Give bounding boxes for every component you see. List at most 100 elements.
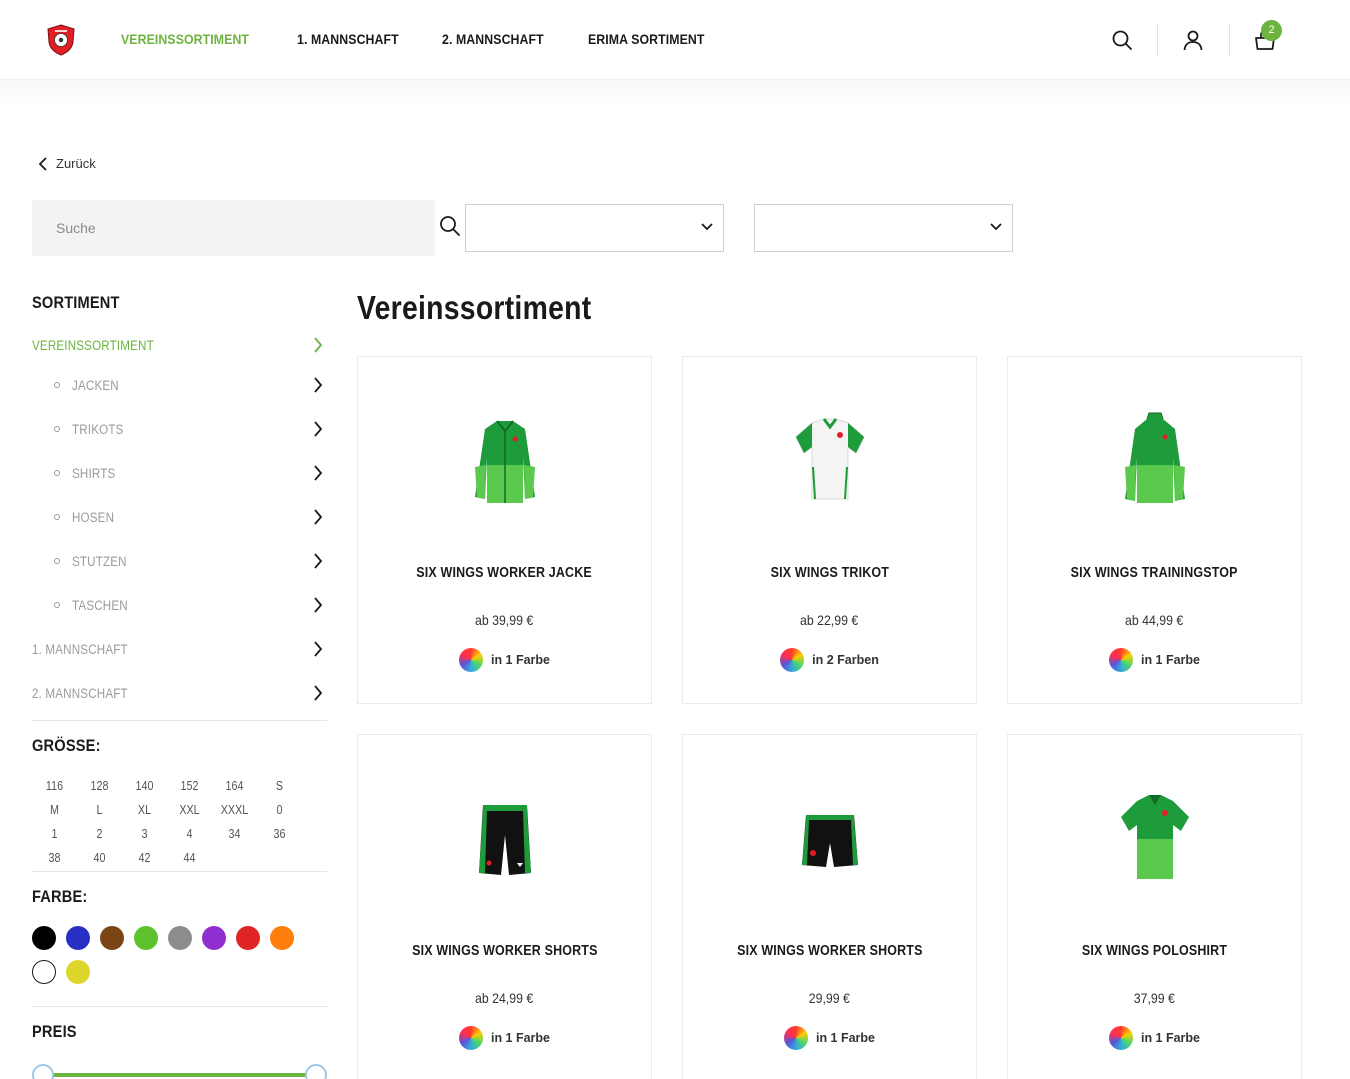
nav-1-mannschaft[interactable]: 1. MANNSCHAFT xyxy=(297,31,399,47)
chevron-right-icon xyxy=(314,553,323,569)
color-title: FARBE: xyxy=(32,887,88,906)
product-color-info: in 1 Farbe xyxy=(1008,1026,1301,1050)
size-option[interactable]: 40 xyxy=(80,849,119,867)
product-price: ab 44,99 € xyxy=(1125,612,1184,628)
category-label: TASCHEN xyxy=(72,598,128,613)
category-shirts[interactable]: SHIRTS xyxy=(32,463,327,483)
product-card[interactable]: SIX WINGS WORKER SHORTS ab 24,99 € in 1 … xyxy=(357,734,652,1079)
category-label: 1. MANNSCHAFT xyxy=(32,642,128,657)
bullet-icon xyxy=(54,514,60,520)
size-option[interactable]: 3 xyxy=(125,825,164,843)
color-swatch-grey[interactable] xyxy=(168,926,192,950)
price-range-slider[interactable] xyxy=(32,1062,327,1079)
size-option[interactable]: S xyxy=(260,777,299,795)
color-wheel-icon xyxy=(1108,648,1133,672)
size-option[interactable]: 140 xyxy=(125,777,164,795)
account-icon[interactable] xyxy=(1181,28,1205,52)
back-link[interactable]: Zurück xyxy=(38,156,96,171)
filter-select-2[interactable] xyxy=(754,204,1013,252)
size-option[interactable]: 38 xyxy=(35,849,74,867)
product-color-info: in 2 Farben xyxy=(683,648,976,672)
size-title: GRÖSSE: xyxy=(32,736,101,755)
size-option[interactable]: 44 xyxy=(170,849,209,867)
product-price: ab 24,99 € xyxy=(475,990,534,1006)
main-nav: VEREINSSORTIMENT 1. MANNSCHAFT 2. MANNSC… xyxy=(121,31,750,47)
product-image-jacket xyxy=(475,420,535,503)
page-title: Vereinssortiment xyxy=(357,289,592,326)
nav-erima-sortiment[interactable]: ERIMA SORTIMENT xyxy=(588,31,705,47)
product-card[interactable]: SIX WINGS WORKER JACKE ab 39,99 € in 1 F… xyxy=(357,356,652,704)
size-option[interactable]: 34 xyxy=(215,825,254,843)
size-option[interactable]: XXL xyxy=(170,801,209,819)
color-swatch-yellow[interactable] xyxy=(66,960,90,984)
category-label: HOSEN xyxy=(72,510,115,525)
product-image-trainingstop xyxy=(1125,412,1185,503)
size-option[interactable]: XXXL xyxy=(215,801,254,819)
chevron-right-icon xyxy=(314,509,323,525)
nav-vereinssortiment[interactable]: VEREINSSORTIMENT xyxy=(121,31,249,47)
category-taschen[interactable]: TASCHEN xyxy=(32,595,327,615)
size-option[interactable]: 2 xyxy=(80,825,119,843)
color-swatch-red[interactable] xyxy=(236,926,260,950)
product-color-count: in 1 Farbe xyxy=(815,1031,876,1045)
nav-2-mannschaft[interactable]: 2. MANNSCHAFT xyxy=(442,31,544,47)
size-option[interactable]: XL xyxy=(125,801,164,819)
color-swatch-blue[interactable] xyxy=(66,926,90,950)
product-image-shorts xyxy=(802,815,858,867)
size-option[interactable]: L xyxy=(80,801,119,819)
category-label: STUTZEN xyxy=(72,554,127,569)
size-option[interactable]: 116 xyxy=(35,777,74,795)
category-jacken[interactable]: JACKEN xyxy=(32,375,327,395)
size-option[interactable]: 152 xyxy=(170,777,209,795)
color-swatch-orange[interactable] xyxy=(270,926,294,950)
price-title: PREIS xyxy=(32,1022,77,1041)
product-name: SIX WINGS WORKER SHORTS xyxy=(736,943,923,959)
chevron-left-icon xyxy=(38,156,47,171)
category-vereinssortiment[interactable]: VEREINSSORTIMENT xyxy=(32,335,327,355)
color-wheel-icon xyxy=(458,648,483,672)
category-trikots[interactable]: TRIKOTS xyxy=(32,419,327,439)
product-card[interactable]: SIX WINGS POLOSHIRT 37,99 € in 1 Farbe xyxy=(1007,734,1302,1079)
product-card[interactable]: SIX WINGS TRIKOT ab 22,99 € in 2 Farben xyxy=(682,356,977,704)
color-swatch-green[interactable] xyxy=(134,926,158,950)
category-hosen[interactable]: HOSEN xyxy=(32,507,327,527)
search-submit-icon[interactable] xyxy=(439,215,461,237)
sidebar-divider xyxy=(32,720,327,721)
club-logo[interactable] xyxy=(46,24,76,56)
category-2-mannschaft[interactable]: 2. MANNSCHAFT xyxy=(32,683,327,703)
category-1-mannschaft[interactable]: 1. MANNSCHAFT xyxy=(32,639,327,659)
product-card[interactable]: SIX WINGS WORKER SHORTS 29,99 € in 1 Far… xyxy=(682,734,977,1079)
price-min-handle[interactable] xyxy=(32,1064,54,1079)
size-option[interactable]: 36 xyxy=(260,825,299,843)
product-color-info: in 1 Farbe xyxy=(358,648,651,672)
filter-select-1[interactable] xyxy=(465,204,724,252)
color-swatch-purple[interactable] xyxy=(202,926,226,950)
chevron-right-icon xyxy=(314,377,323,393)
size-option[interactable]: 164 xyxy=(215,777,254,795)
search-input[interactable] xyxy=(32,200,435,256)
size-option[interactable]: 1 xyxy=(35,825,74,843)
color-swatch-brown[interactable] xyxy=(100,926,124,950)
size-option[interactable]: M xyxy=(35,801,74,819)
chevron-right-icon xyxy=(314,685,323,701)
product-card[interactable]: SIX WINGS TRAININGSTOP ab 44,99 € in 1 F… xyxy=(1007,356,1302,704)
product-image-shorts xyxy=(479,805,531,875)
back-label: Zurück xyxy=(56,156,96,171)
price-max-handle[interactable] xyxy=(305,1064,327,1079)
color-wheel-icon xyxy=(780,648,805,672)
category-stutzen[interactable]: STUTZEN xyxy=(32,551,327,571)
product-name: SIX WINGS TRIKOT xyxy=(770,565,889,581)
search-icon[interactable] xyxy=(1110,28,1134,52)
category-label: VEREINSSORTIMENT xyxy=(32,338,154,353)
size-option[interactable]: 4 xyxy=(170,825,209,843)
product-color-count: in 1 Farbe xyxy=(490,653,551,667)
bullet-icon xyxy=(54,426,60,432)
size-option[interactable]: 128 xyxy=(80,777,119,795)
color-filter xyxy=(32,926,312,984)
color-wheel-icon xyxy=(1108,1026,1133,1050)
color-swatch-black[interactable] xyxy=(32,926,56,950)
size-option[interactable]: 42 xyxy=(125,849,164,867)
color-swatch-white[interactable] xyxy=(32,960,56,984)
size-option[interactable]: 0 xyxy=(260,801,299,819)
chevron-right-icon xyxy=(314,465,323,481)
